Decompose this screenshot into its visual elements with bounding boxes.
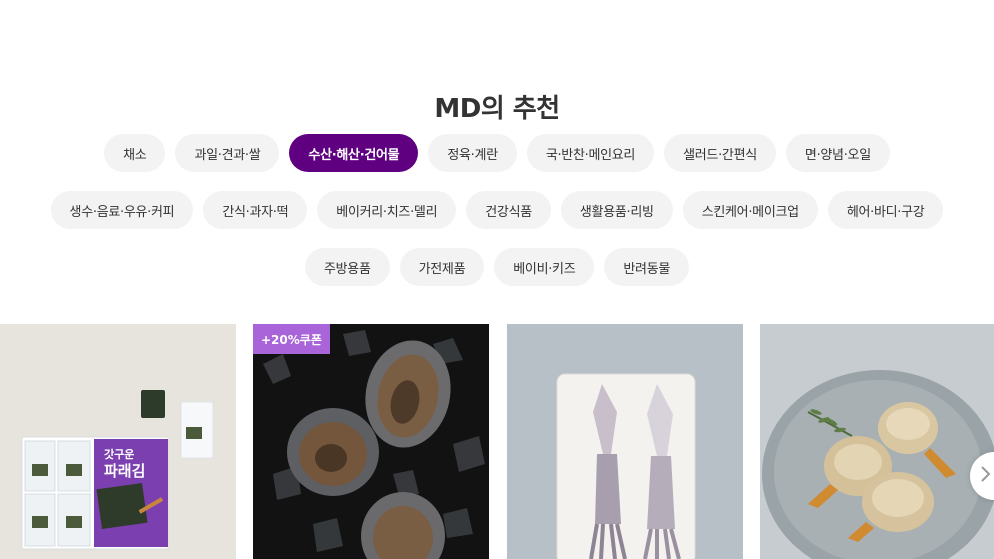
category-chip-meat-eggs[interactable]: 정육·계란: [428, 134, 517, 172]
category-chip-noodles-sauce[interactable]: 면·양념·오일: [785, 134, 890, 172]
product-image-abalone: [253, 324, 489, 559]
category-row-2: 생수·음료·우유·커피 간식·과자·떡 베이커리·치즈·델리 건강식품 생활용품…: [0, 191, 994, 229]
category-row-3: 주방용품 가전제품 베이비·키즈 반려동물: [0, 248, 994, 286]
category-chip-snacks[interactable]: 간식·과자·떡: [203, 191, 308, 229]
category-chip-skincare[interactable]: 스킨케어·메이크업: [682, 191, 818, 229]
product-image-seaweed: 갓구운 파래김: [0, 324, 236, 559]
category-chip-appliances[interactable]: 가전제품: [399, 248, 485, 286]
category-chip-salad-convenience[interactable]: 샐러드·간편식: [664, 134, 776, 172]
category-chip-bakery[interactable]: 베이커리·치즈·델리: [317, 191, 457, 229]
category-chip-kitchen[interactable]: 주방용품: [304, 248, 390, 286]
category-chip-drinks[interactable]: 생수·음료·우유·커피: [50, 191, 194, 229]
product-card-abalone[interactable]: +20%쿠폰: [253, 324, 489, 559]
category-chip-fruit-nuts-rice[interactable]: 과일·견과·쌀: [175, 134, 280, 172]
chevron-right-icon: [980, 465, 992, 487]
category-chip-health[interactable]: 건강식품: [466, 191, 551, 229]
product-image-squid: [507, 324, 743, 559]
category-chip-soup-sidedish[interactable]: 국·반찬·메인요리: [526, 134, 655, 172]
category-row-1: 채소 과일·견과·쌀 수산·해산·건어물 정육·계란 국·반찬·메인요리 샐러드…: [0, 134, 994, 172]
coupon-badge: +20%쿠폰: [253, 324, 330, 354]
product-image-clams: [760, 324, 994, 559]
category-chip-seafood[interactable]: 수산·해산·건어물: [289, 134, 419, 172]
category-chip-living[interactable]: 생활용품·리빙: [560, 191, 673, 229]
category-chip-vegetables[interactable]: 채소: [104, 134, 166, 172]
product-card-clams[interactable]: [760, 324, 994, 559]
svg-text:갓구운: 갓구운: [104, 447, 134, 461]
category-chip-hair-body[interactable]: 헤어·바디·구강: [827, 191, 944, 229]
category-chip-pets[interactable]: 반려동물: [604, 248, 690, 286]
svg-text:파래김: 파래김: [104, 462, 145, 480]
product-carousel: 갓구운 파래김 +20%쿠폰: [0, 324, 994, 559]
category-chip-baby-kids[interactable]: 베이비·키즈: [494, 248, 595, 286]
product-card-seaweed[interactable]: 갓구운 파래김: [0, 324, 236, 559]
product-card-squid[interactable]: [507, 324, 743, 559]
section-title: MD의 추천: [434, 93, 560, 124]
